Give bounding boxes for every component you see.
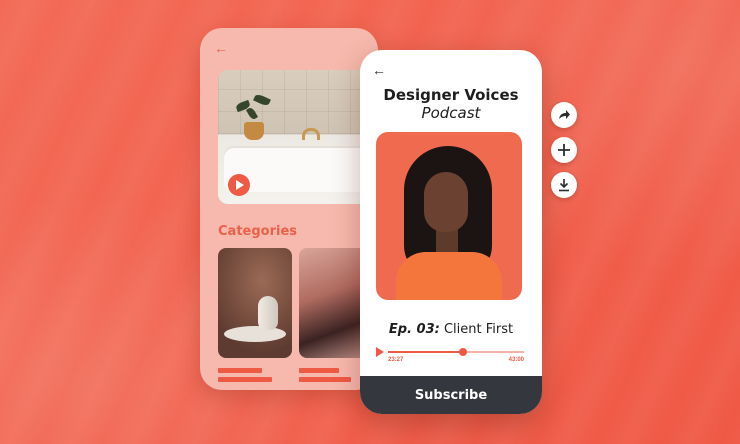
categories-heading: Categories [218, 224, 298, 239]
plus-icon[interactable]: + [240, 385, 251, 390]
share-icon[interactable] [551, 102, 577, 128]
podcast-subtitle: Podcast [421, 104, 481, 122]
elapsed-time: 23:27 [388, 357, 404, 363]
stone-plate [224, 326, 286, 342]
episode-cover-image [376, 132, 522, 300]
featured-image[interactable] [218, 70, 368, 204]
text-placeholder-bar [299, 377, 351, 382]
arrow-left-icon[interactable]: ← [214, 40, 228, 56]
progress-fill [388, 351, 463, 353]
more-dots-icon[interactable]: ••• [218, 389, 236, 390]
vase [258, 296, 278, 330]
podcast-player-screen: ← Designer Voices Podcast Ep. 03: Client… [360, 50, 542, 414]
portrait-jacket [396, 252, 502, 300]
download-icon[interactable] [551, 172, 577, 198]
progress-track[interactable] [388, 348, 524, 356]
text-placeholder-bar [299, 368, 339, 373]
category-card[interactable] [218, 248, 292, 358]
progress-knob[interactable] [458, 348, 467, 356]
plant-pot [244, 122, 264, 140]
text-placeholder-bar [218, 377, 272, 382]
podcast-title: Designer Voices [383, 86, 519, 104]
subscribe-button[interactable]: Subscribe [360, 376, 542, 414]
portrait-face [424, 172, 468, 232]
categories-screen: ← Categories ••• + ••• + [200, 28, 378, 390]
plus-icon[interactable]: + [321, 385, 332, 390]
episode-label: Ep. 03: Client First [360, 322, 542, 337]
play-icon[interactable] [376, 347, 384, 357]
arrow-left-icon[interactable]: ← [372, 62, 386, 78]
episode-title: Client First [443, 322, 514, 337]
episode-number: Ep. 03: [388, 322, 440, 337]
plus-icon[interactable] [551, 137, 577, 163]
text-placeholder-bar [218, 368, 262, 373]
faucet [302, 128, 320, 140]
more-dots-icon[interactable]: ••• [299, 389, 317, 390]
play-icon[interactable] [228, 174, 250, 196]
total-duration: 43:00 [508, 357, 524, 363]
